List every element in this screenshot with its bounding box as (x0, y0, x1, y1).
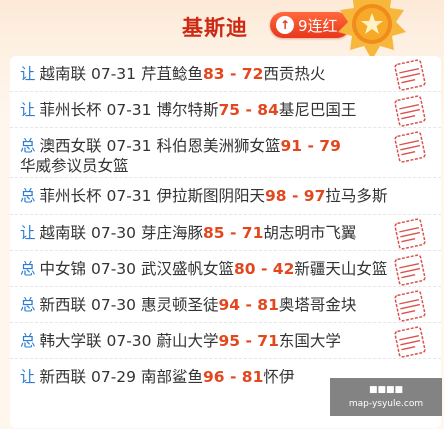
score-separator: - (286, 187, 304, 206)
home-score: 95 (218, 332, 241, 351)
away-score: 71 (257, 332, 279, 351)
match-type-link[interactable]: 让 (20, 368, 36, 386)
match-type-link[interactable]: 总 (20, 296, 36, 314)
match-row[interactable]: 总新西联 07-30 惠灵顿圣徒94 - 81奥塔哥金块 (10, 287, 441, 324)
home-team: 南部鲨鱼 (140, 368, 203, 387)
home-score: 91 (280, 137, 303, 156)
match-row[interactable]: 总中女锦 07-30 武汉盛帆女篮80 - 42新疆天山女篮 (10, 251, 441, 287)
home-team: 蔚山大学 (156, 332, 219, 351)
match-type-link[interactable]: 让 (20, 101, 36, 119)
away-score: 71 (241, 223, 264, 242)
home-score: 80 (233, 259, 256, 278)
league-name: 越南联 (39, 65, 87, 83)
prediction-stamp-icon (394, 59, 426, 91)
match-date: 07-30 (90, 295, 137, 314)
away-team: 怀伊 (263, 368, 295, 387)
match-date: 07-31 (106, 187, 152, 206)
match-row[interactable]: 让菲州长杯 07-31 博尔特斯75 - 84基尼巴国王 (10, 92, 441, 129)
away-score: 42 (272, 259, 295, 278)
match-date: 07-30 (90, 223, 137, 242)
match-row[interactable]: 总澳西女联 07-31 科伯恩美洲狮女篮91 - 79 华威参议员女篮 (10, 128, 441, 179)
medal-icon (338, 0, 406, 60)
home-team: 惠灵顿圣徒 (140, 295, 219, 314)
home-team: 博尔特斯 (156, 101, 219, 120)
home-score: 98 (264, 187, 287, 206)
league-name: 新西联 (39, 368, 87, 387)
away-score: 81 (241, 368, 264, 387)
match-date: 07-31 (106, 137, 152, 156)
header: 基斯迪 ↑ 9连红 (0, 0, 444, 60)
score-separator: - (240, 101, 258, 120)
home-score: 85 (202, 223, 225, 242)
watermark: ■■■■ map-ysyule.com (330, 378, 442, 416)
away-score: 81 (257, 295, 279, 314)
match-date: 07-31 (106, 101, 152, 120)
away-score: 84 (257, 101, 279, 120)
match-date: 07-29 (90, 368, 137, 387)
match-type-link[interactable]: 总 (20, 137, 36, 155)
away-score: 97 (303, 187, 326, 206)
streak-label: 9连红 (298, 16, 338, 35)
away-team: 新疆天山女篮 (294, 259, 388, 278)
score-separator: - (255, 259, 273, 278)
league-name: 韩大学联 (39, 332, 102, 351)
match-type-link[interactable]: 总 (20, 260, 36, 278)
match-type-link[interactable]: 让 (20, 65, 36, 83)
league-name: 菲州长杯 (39, 187, 102, 206)
score-separator: - (240, 332, 258, 351)
league-name: 澳西女联 (39, 137, 102, 156)
match-list: 让越南联 07-31 芹苴鲶鱼83 - 72西贡热火让菲州长杯 07-31 博尔… (10, 56, 441, 428)
prediction-stamp-icon (394, 95, 426, 127)
page-title: 基斯迪 (182, 16, 248, 40)
match-row[interactable]: 让越南联 07-30 芽庄海豚85 - 71胡志明市飞翼 (10, 215, 441, 251)
away-score: 79 (319, 137, 341, 156)
away-team: 拉马多斯 (325, 187, 388, 206)
home-score: 94 (218, 295, 241, 314)
match-type-link[interactable]: 让 (20, 224, 36, 242)
match-row[interactable]: 总韩大学联 07-30 蔚山大学95 - 71东国大学 (10, 323, 441, 360)
prediction-stamp-icon (394, 131, 426, 163)
league-name: 越南联 (39, 223, 87, 242)
home-score: 75 (218, 101, 241, 120)
score-separator: - (224, 223, 242, 242)
away-team: 胡志明市飞翼 (263, 223, 357, 242)
match-date: 07-31 (90, 65, 137, 83)
score-separator: - (224, 368, 242, 387)
league-name: 中女锦 (39, 259, 87, 278)
home-score: 83 (202, 65, 225, 83)
match-row[interactable]: 总菲州长杯 07-31 伊拉斯图阴阳天98 - 97拉马多斯 (10, 178, 441, 215)
watermark-title: ■■■■ (368, 385, 403, 395)
home-team: 科伯恩美洲狮女篮 (156, 137, 281, 156)
home-team: 芹苴鲶鱼 (140, 65, 203, 83)
match-type-link[interactable]: 总 (20, 187, 36, 205)
match-row[interactable]: 让越南联 07-31 芹苴鲶鱼83 - 72西贡热火 (10, 56, 441, 93)
match-type-link[interactable]: 总 (20, 332, 36, 350)
prediction-stamp-icon (394, 290, 426, 322)
away-team: 华威参议员女篮 (20, 157, 129, 176)
away-team: 东国大学 (278, 332, 341, 351)
home-team: 芽庄海豚 (140, 223, 203, 242)
away-team: 西贡热火 (263, 65, 326, 83)
home-team: 伊拉斯图阴阳天 (156, 187, 265, 206)
prediction-stamp-icon (394, 326, 426, 358)
score-separator: - (240, 295, 258, 314)
away-team: 奥塔哥金块 (278, 295, 357, 314)
league-name: 菲州长杯 (39, 101, 102, 120)
home-team: 武汉盛帆女篮 (140, 259, 234, 278)
score-separator: - (302, 137, 320, 156)
match-date: 07-30 (90, 259, 137, 278)
league-name: 新西联 (39, 295, 87, 314)
up-arrow-icon: ↑ (276, 16, 294, 34)
watermark-url: map-ysyule.com (348, 399, 424, 409)
home-score: 96 (202, 368, 225, 387)
away-score: 72 (241, 65, 264, 83)
score-separator: - (224, 65, 242, 83)
away-team: 基尼巴国王 (278, 101, 357, 120)
prediction-stamp-icon (394, 217, 426, 250)
match-date: 07-30 (106, 332, 152, 351)
prediction-stamp-icon (394, 254, 426, 286)
